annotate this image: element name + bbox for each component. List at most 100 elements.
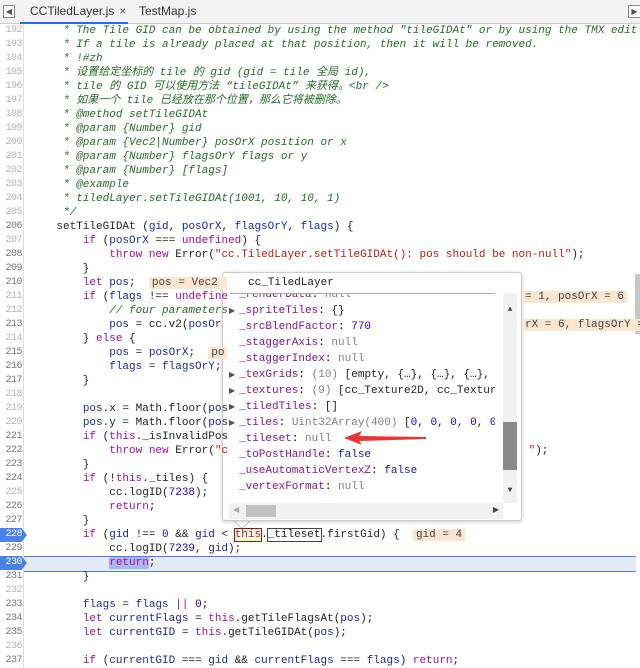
code-line: * @param {Vec2|Number} posOrX position o… <box>30 136 347 150</box>
line-number[interactable]: 218 <box>0 388 22 402</box>
expand-arrow-icon[interactable]: ▶ <box>229 384 239 400</box>
panel-toggle-left-icon[interactable]: ◀ <box>3 5 15 18</box>
scrollbar-thumb[interactable] <box>503 422 517 470</box>
line-number[interactable]: 208 <box>0 248 22 262</box>
expand-arrow-icon[interactable]: ▶ <box>229 304 239 320</box>
line-number[interactable]: 213 <box>0 318 22 332</box>
scroll-left-icon[interactable]: ◀ <box>233 505 239 515</box>
scroll-right-icon[interactable]: ▶ <box>493 505 499 515</box>
editor-vertical-scrollbar[interactable] <box>635 24 640 668</box>
property-row[interactable]: _toPostHandle: false <box>229 447 371 463</box>
property-row[interactable]: _tileset: null <box>229 431 331 447</box>
popover-vertical-scrollbar[interactable]: ▲ ▼ <box>503 293 517 503</box>
line-number[interactable]: 195 <box>0 66 22 80</box>
code-token: currentGID <box>109 627 176 639</box>
line-number[interactable]: 200 <box>0 136 22 150</box>
line-number[interactable]: 196 <box>0 80 22 94</box>
line-number[interactable]: 219 <box>0 402 22 416</box>
line-number[interactable]: 199 <box>0 122 22 136</box>
property-row[interactable]: _useAutomaticVertexZ: false <box>229 463 417 479</box>
line-number[interactable]: 193 <box>0 38 22 52</box>
code-line-continuation: = 1, posOrX = 6 <box>522 290 628 304</box>
property-row[interactable]: ▶ _tiledTiles: [] <box>229 399 338 415</box>
line-number[interactable]: 225 <box>0 486 22 500</box>
line-number[interactable]: 194 <box>0 52 22 66</box>
property-list[interactable]: _renderData: null ▶ _spriteTiles: {} _srcBl… <box>229 294 495 502</box>
line-number[interactable]: 234 <box>0 612 22 626</box>
line-number[interactable]: 237 <box>0 654 22 668</box>
line-number[interactable]: 203 <box>0 178 22 192</box>
expand-arrow-icon[interactable]: ▶ <box>229 416 239 432</box>
code-token: ); <box>228 543 242 555</box>
code-token: " <box>522 445 536 457</box>
code-token: .x = Math.floor( <box>102 403 209 415</box>
separator: : <box>371 465 385 477</box>
panel-toggle-right-icon[interactable]: ▶ <box>628 5 640 18</box>
property-row[interactable]: _srcBlendFactor: 770 <box>229 319 371 335</box>
property-row[interactable]: _staggerIndex: null <box>229 351 364 367</box>
line-number[interactable]: 215 <box>0 346 22 360</box>
line-number[interactable]: 233 <box>0 598 22 612</box>
line-number[interactable]: 211 <box>0 290 22 304</box>
line-number[interactable]: 201 <box>0 150 22 164</box>
property-value: false <box>384 465 418 477</box>
line-number[interactable]: 197 <box>0 94 22 108</box>
code-token: = <box>175 627 196 639</box>
code-line: * @param {Number} [flags] <box>30 164 228 178</box>
code-token: return <box>412 655 453 667</box>
line-number[interactable]: 220 <box>0 416 22 430</box>
scroll-down-icon[interactable]: ▼ <box>503 486 517 495</box>
property-row[interactable]: _staggerAxis: null <box>229 335 358 351</box>
code-token: this <box>195 627 222 639</box>
line-number[interactable]: 229 <box>0 542 22 556</box>
line-number[interactable]: 198 <box>0 108 22 122</box>
line-number[interactable]: 232 <box>0 584 22 598</box>
line-number[interactable]: 221 <box>0 430 22 444</box>
property-row[interactable]: ▶ _spriteTiles: {} <box>229 303 345 319</box>
line-number[interactable]: 222 <box>0 444 22 458</box>
code-token: , <box>168 221 182 233</box>
line-number[interactable]: 224 <box>0 472 22 486</box>
line-number[interactable]: 202 <box>0 164 22 178</box>
line-number[interactable]: 217 <box>0 374 22 388</box>
line-number[interactable]: 226 <box>0 500 22 514</box>
close-icon[interactable]: × <box>119 4 126 18</box>
line-number[interactable]: 205 <box>0 206 22 220</box>
object-inspector-popover: cc_TiledLayer _renderData: null ▶ _spriteT… <box>222 272 522 521</box>
line-number[interactable]: 209 <box>0 262 22 276</box>
code-token: ( <box>96 431 110 443</box>
tab-cctiledlayer[interactable]: CCTiledLayer.js × <box>20 0 128 24</box>
line-number[interactable]: 204 <box>0 192 22 206</box>
tab-testmap[interactable]: TestMap.js <box>139 0 196 24</box>
code-token: Error( <box>168 249 215 261</box>
popover-horizontal-scrollbar[interactable]: ◀ ▶ <box>229 503 503 519</box>
line-number[interactable]: 214 <box>0 332 22 346</box>
line-number[interactable]: 227 <box>0 514 22 528</box>
scrollbar-thumb[interactable] <box>246 505 276 517</box>
line-number[interactable]: 231 <box>0 570 22 584</box>
property-row[interactable]: ▶ _textures: (9) [cc_Texture2D, cc_Textur… <box>229 383 495 399</box>
expand-arrow-icon[interactable]: ▶ <box>229 400 239 416</box>
line-number[interactable]: 236 <box>0 640 22 654</box>
line-number[interactable]: 207 <box>0 234 22 248</box>
property-row[interactable]: _renderData: null <box>229 294 351 303</box>
property-row[interactable]: _vertexFormat: null <box>229 479 364 495</box>
line-number[interactable]: 212 <box>0 304 22 318</box>
line-number[interactable]: 210 <box>0 276 22 290</box>
property-row[interactable]: ▶ _texGrids: (10) [empty, {…}, {…}, {…}, … <box>229 367 495 383</box>
scroll-up-icon[interactable]: ▲ <box>503 305 517 314</box>
line-number[interactable]: 235 <box>0 626 22 640</box>
line-number[interactable]: 206 <box>0 220 22 234</box>
line-number[interactable]: 223 <box>0 458 22 472</box>
code-token: if <box>82 431 97 443</box>
expand-arrow-icon[interactable]: ▶ <box>229 368 239 384</box>
breakpoint-marker[interactable]: 230 <box>0 556 27 570</box>
line-number[interactable]: 192 <box>0 24 22 38</box>
code-token: 7238 <box>168 487 196 499</box>
breakpoint-marker[interactable]: 228 <box>0 528 27 542</box>
line-number-gutter[interactable]: 192 193 194 195 196 197 198 199 200 201 202 203 204 2… <box>0 24 27 668</box>
property-row[interactable]: ▶ _tiles: Uint32Array(400) [0, 0, 0, 0, 0… <box>229 415 495 431</box>
line-number[interactable]: 216 <box>0 360 22 374</box>
property-name: _useAutomaticVertexZ <box>239 465 372 477</box>
